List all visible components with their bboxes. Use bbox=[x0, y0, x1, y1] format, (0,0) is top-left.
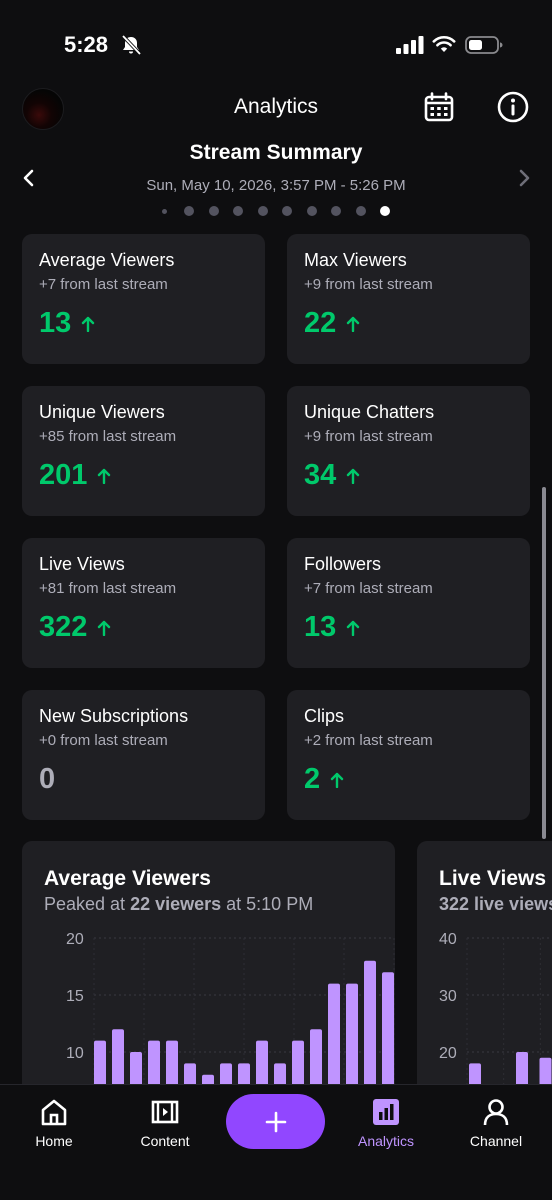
arrow-up-icon bbox=[347, 316, 360, 332]
stat-change: +0 from last stream bbox=[39, 732, 168, 749]
stat-change: +7 from last stream bbox=[304, 580, 433, 597]
stat-card-followers[interactable]: Followers +7 from last stream 13 bbox=[287, 538, 530, 668]
pager-dot-active[interactable] bbox=[380, 206, 390, 216]
tab-label: Analytics bbox=[357, 1133, 415, 1149]
tab-label: Home bbox=[35, 1133, 73, 1149]
arrow-up-icon bbox=[98, 468, 111, 484]
chart-subtitle-suffix: at 5:10 PM bbox=[221, 894, 314, 914]
cellular-signal-icon bbox=[396, 36, 424, 54]
stat-label: Max Viewers bbox=[304, 250, 407, 270]
stat-value: 201 bbox=[39, 459, 88, 491]
stat-card-new-subscriptions[interactable]: New Subscriptions +0 from last stream 0 bbox=[22, 690, 265, 820]
chart-subtitle-total: 322 live views bbox=[439, 894, 552, 914]
chart-bar bbox=[364, 960, 376, 1101]
chart-subtitle-peak: 22 viewers bbox=[130, 894, 222, 914]
channel-icon bbox=[483, 1099, 509, 1126]
stat-value: 13 bbox=[39, 307, 72, 339]
tab-label: Content bbox=[140, 1133, 190, 1149]
chart-subtitle: 322 live views bbox=[439, 894, 552, 915]
live-views-chart-card[interactable]: 40 30 20 Live Views 322 live views bbox=[417, 841, 552, 1101]
stat-change: +9 from last stream bbox=[304, 276, 433, 293]
chevron-left-icon[interactable] bbox=[20, 168, 38, 188]
stat-label: New Subscriptions bbox=[39, 706, 189, 726]
arrow-up-icon bbox=[82, 316, 95, 332]
stat-card-average-viewers[interactable]: Average Viewers +7 from last stream 13 bbox=[22, 234, 265, 364]
pager-dot[interactable] bbox=[282, 206, 292, 216]
chart-subtitle: Peaked at 22 viewers at 5:10 PM bbox=[44, 894, 313, 915]
arrow-up-icon bbox=[98, 620, 111, 636]
arrow-up-icon bbox=[330, 772, 344, 788]
pager-dot[interactable] bbox=[306, 206, 317, 216]
chart-subtitle-prefix: Peaked at bbox=[44, 894, 131, 914]
average-viewers-chart-card[interactable]: 20 15 10 Average Viewers Peaked at 22 view… bbox=[22, 841, 395, 1101]
stat-value: 0 bbox=[39, 763, 56, 795]
stat-value: 34 bbox=[304, 459, 337, 491]
tab-home[interactable]: Home bbox=[4, 1097, 104, 1157]
tab-label: Channel bbox=[469, 1133, 523, 1149]
y-tick-label: 40 bbox=[439, 931, 457, 948]
stat-label: Unique Chatters bbox=[304, 402, 435, 422]
content-icon bbox=[151, 1100, 179, 1124]
scrollbar[interactable] bbox=[542, 487, 546, 839]
arrow-up-icon bbox=[347, 620, 360, 636]
stream-summary-title: Stream Summary bbox=[189, 141, 363, 164]
stat-value: 13 bbox=[304, 611, 337, 643]
stat-card-unique-viewers[interactable]: Unique Viewers +85 from last stream 201 bbox=[22, 386, 265, 516]
page-title: Analytics bbox=[233, 95, 319, 118]
bell-muted-icon bbox=[121, 35, 142, 55]
stat-value: 22 bbox=[304, 307, 337, 339]
y-tick-label: 20 bbox=[66, 931, 84, 948]
tab-content[interactable]: Content bbox=[115, 1097, 215, 1157]
stat-card-max-viewers[interactable]: Max Viewers +9 from last stream 22 bbox=[287, 234, 530, 364]
stat-card-live-views[interactable]: Live Views +81 from last stream 322 bbox=[22, 538, 265, 668]
stat-change: +7 from last stream bbox=[39, 276, 168, 293]
create-button[interactable] bbox=[226, 1094, 325, 1149]
chart-title: Average Viewers bbox=[44, 867, 211, 890]
stat-value: 2 bbox=[304, 763, 321, 795]
stat-change: +9 from last stream bbox=[304, 428, 433, 445]
stat-label: Clips bbox=[304, 706, 345, 726]
pager-dot[interactable] bbox=[233, 206, 243, 216]
y-tick-label: 10 bbox=[66, 1045, 84, 1062]
stat-label: Average Viewers bbox=[39, 250, 175, 270]
stat-card-clips[interactable]: Clips +2 from last stream 2 bbox=[287, 690, 530, 820]
tab-channel[interactable]: Channel bbox=[446, 1097, 546, 1157]
stat-change: +85 from last stream bbox=[39, 428, 177, 445]
y-tick-label: 15 bbox=[66, 988, 84, 1005]
stat-label: Followers bbox=[304, 554, 382, 574]
y-tick-label: 20 bbox=[439, 1045, 457, 1062]
analytics-icon bbox=[373, 1099, 399, 1125]
wifi-icon bbox=[432, 35, 456, 52]
pager-dot[interactable] bbox=[208, 206, 219, 216]
stream-date-range: Sun, May 10, 2026, 3:57 PM - 5:26 PM bbox=[146, 177, 406, 194]
stat-change: +81 from last stream bbox=[39, 580, 177, 597]
calendar-icon[interactable] bbox=[424, 92, 454, 122]
stat-label: Live Views bbox=[39, 554, 125, 574]
arrow-up-icon bbox=[347, 468, 360, 484]
pager-dot[interactable] bbox=[331, 206, 341, 216]
plus-icon bbox=[265, 1111, 286, 1132]
status-time: 5:28 bbox=[64, 32, 109, 57]
stat-card-unique-chatters[interactable]: Unique Chatters +9 from last stream 34 bbox=[287, 386, 530, 516]
pager-dot[interactable] bbox=[355, 206, 366, 216]
status-bar: 5:28 bbox=[0, 0, 552, 80]
stat-value: 322 bbox=[39, 611, 88, 643]
pager-dot[interactable] bbox=[184, 206, 194, 216]
pager-dot[interactable] bbox=[162, 208, 167, 214]
chevron-right-icon[interactable] bbox=[515, 168, 533, 188]
y-tick-label: 30 bbox=[439, 988, 457, 1005]
info-icon[interactable] bbox=[497, 91, 529, 123]
bottom-tab-bar: Home Content Analytics Channel bbox=[0, 1084, 552, 1200]
battery-icon bbox=[465, 36, 503, 54]
home-icon bbox=[41, 1099, 67, 1126]
pager-dot[interactable] bbox=[257, 206, 268, 216]
stream-pager-dots[interactable] bbox=[162, 205, 390, 217]
stat-change: +2 from last stream bbox=[304, 732, 433, 749]
stat-label: Unique Viewers bbox=[39, 402, 165, 422]
chart-bar bbox=[382, 972, 394, 1101]
tab-analytics[interactable]: Analytics bbox=[336, 1097, 436, 1157]
chart-title: Live Views bbox=[439, 867, 547, 890]
